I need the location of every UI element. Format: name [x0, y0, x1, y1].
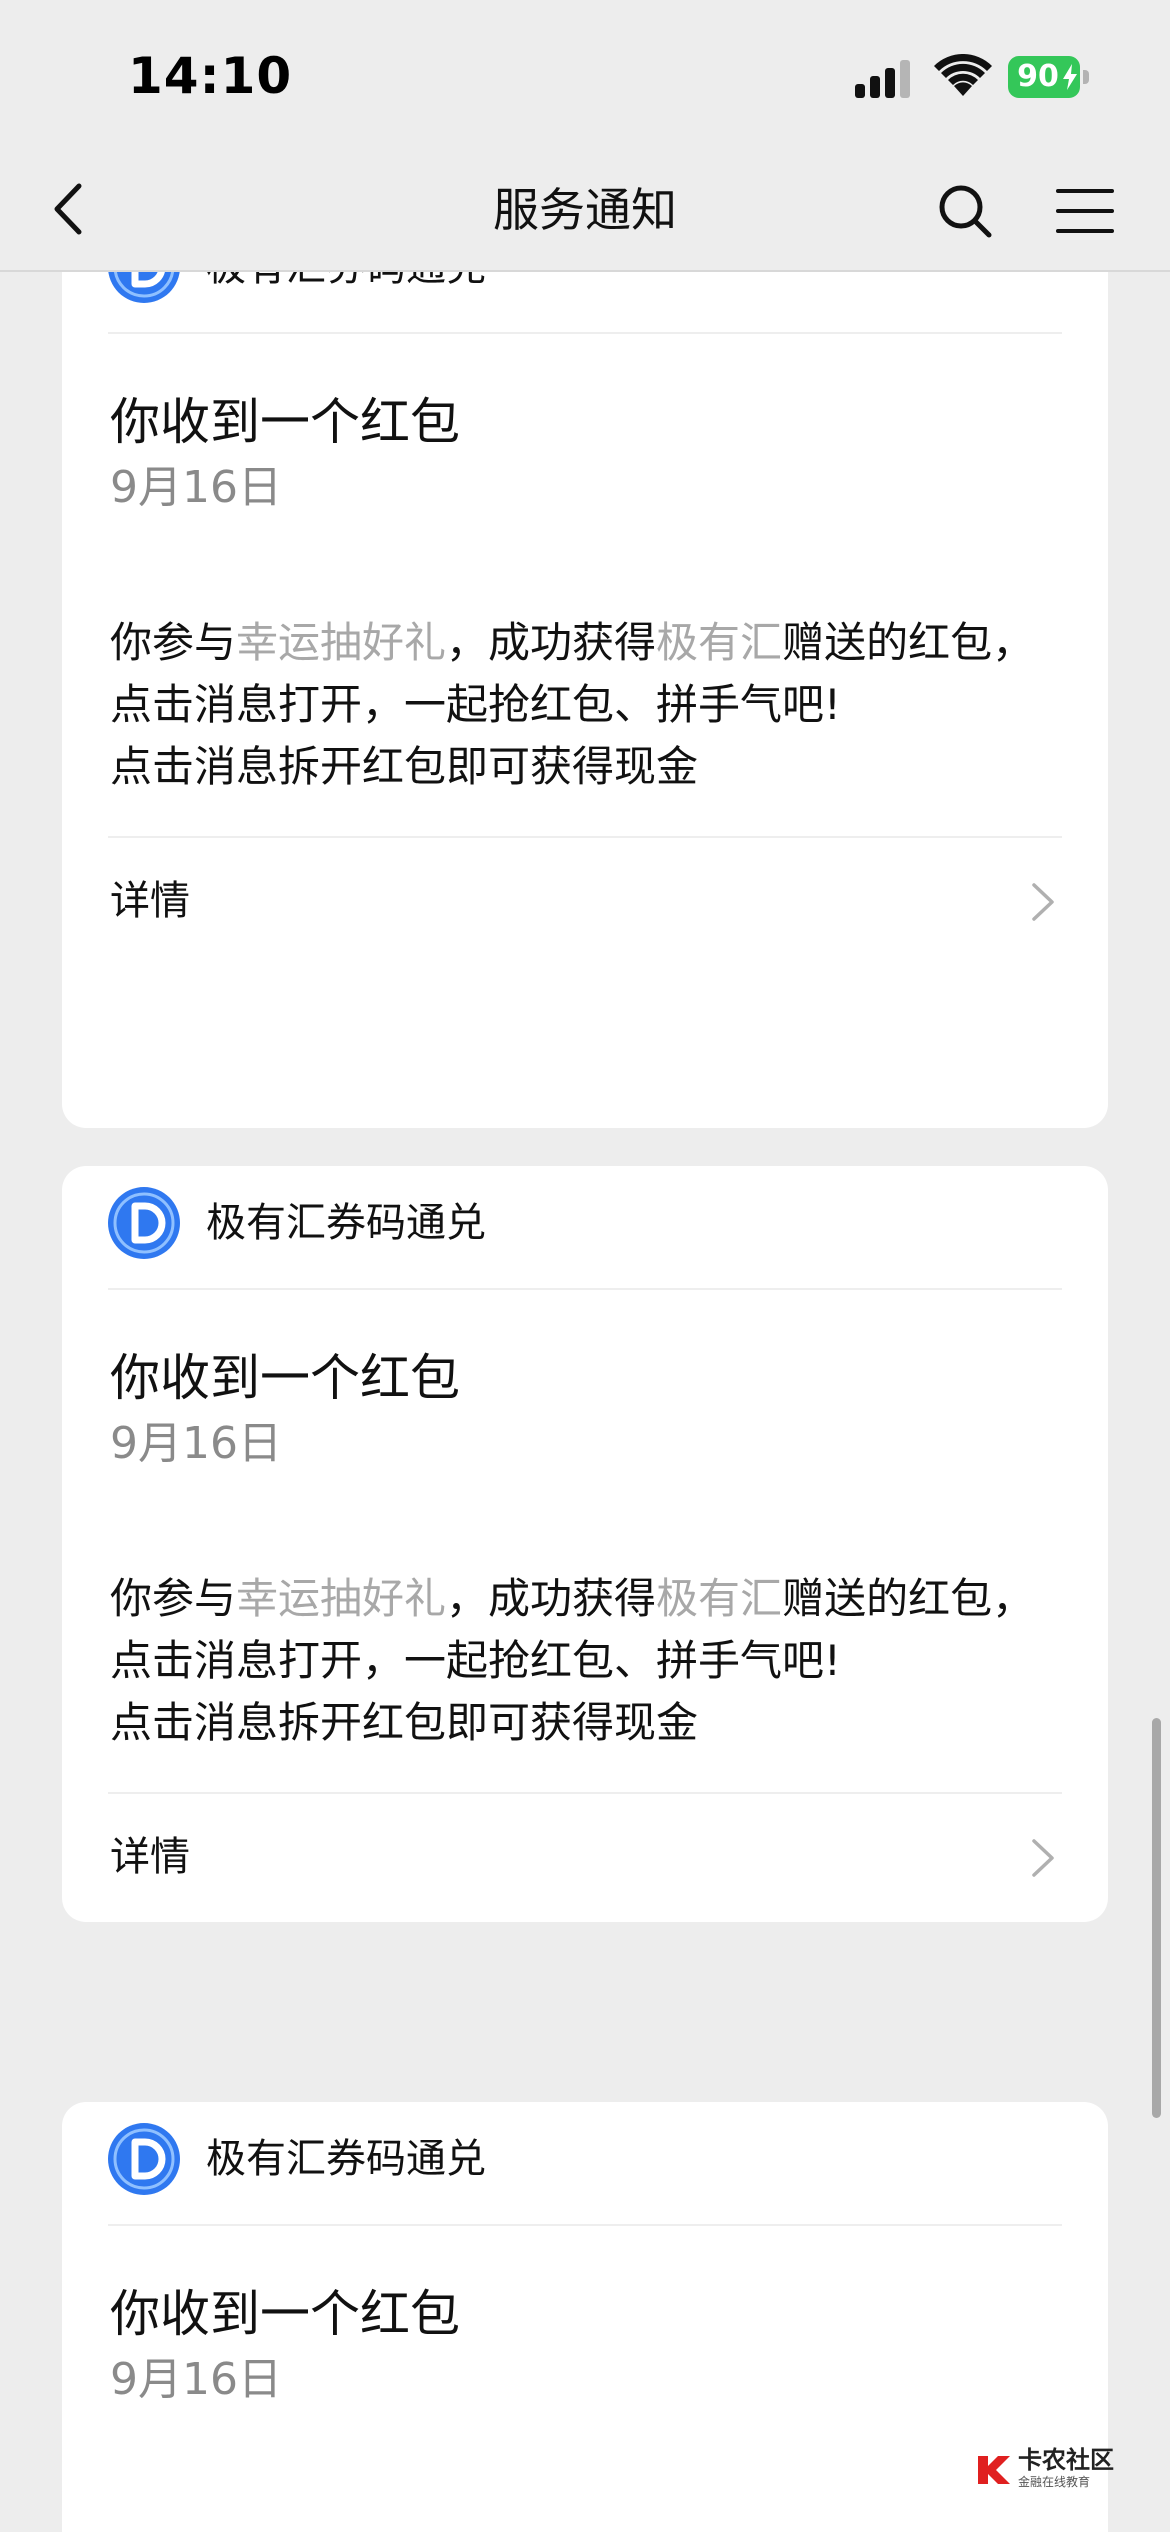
watermark-title: 卡农社区 — [1018, 2446, 1114, 2474]
sender-name: 极有汇券码通兑 — [206, 1200, 486, 1246]
message-date: 9月16日 — [110, 1418, 282, 1469]
details-link[interactable]: 详情 — [110, 1794, 190, 1920]
chevron-right-icon — [1032, 883, 1054, 921]
sender-name: 极有汇券码通兑 — [206, 2136, 486, 2182]
chevron-right-icon — [1032, 1839, 1054, 1877]
message-date: 9月16日 — [110, 2354, 282, 2405]
highlight-brand: 极有汇 — [656, 1574, 783, 1623]
details-row[interactable]: 详情 — [108, 836, 1062, 964]
scrollbar[interactable] — [1152, 1718, 1161, 2118]
message-body: 你参与幸运抽好礼，成功获得极有汇赠送的红包，点击消息打开，一起抢红包、拼手气吧!… — [110, 618, 1035, 791]
details-link[interactable]: 详情 — [110, 838, 190, 964]
watermark-subtitle: 金融在线教育 — [1018, 2475, 1091, 2489]
battery-charging-icon: 90 — [1008, 56, 1090, 98]
card-header[interactable]: 极有汇券码通兑 — [108, 272, 1062, 334]
sender-name: 极有汇券码通兑 — [206, 272, 486, 332]
details-row[interactable]: 详情 — [108, 1792, 1062, 1920]
message-body: 你参与幸运抽好礼，成功获得极有汇赠送的红包，点击消息打开，一起抢红包、拼手气吧!… — [110, 1574, 1035, 1747]
search-button[interactable] — [930, 176, 1000, 246]
message-title: 你收到一个红包 — [110, 1349, 460, 1407]
watermark: 卡农社区 金融在线教育 — [970, 2440, 1170, 2500]
card-header[interactable]: 极有汇券码通兑 — [108, 2102, 1062, 2226]
menu-button[interactable] — [1050, 176, 1120, 246]
search-icon — [939, 185, 992, 238]
status-bar: 14:10 90 — [0, 0, 1170, 150]
sender-logo-icon — [108, 1187, 180, 1259]
back-button[interactable] — [36, 174, 100, 244]
status-time: 14:10 — [128, 47, 293, 105]
signal-icon — [855, 60, 910, 98]
highlight-brand: 极有汇 — [656, 618, 783, 667]
notification-feed[interactable]: 极有汇券码通兑 你收到一个红包 9月16日 你参与幸运抽好礼，成功获得极有汇赠送… — [0, 272, 1170, 2532]
message-card[interactable]: 极有汇券码通兑 你收到一个红包 9月16日 — [62, 2102, 1108, 2532]
highlight-activity: 幸运抽好礼 — [236, 1574, 447, 1623]
menu-icon — [1056, 189, 1114, 233]
message-title: 你收到一个红包 — [110, 2285, 460, 2343]
message-card[interactable]: 极有汇券码通兑 你收到一个红包 9月16日 你参与幸运抽好礼，成功获得极有汇赠送… — [62, 272, 1108, 1128]
highlight-activity: 幸运抽好礼 — [236, 618, 447, 667]
chevron-left-icon — [54, 183, 82, 235]
message-card[interactable]: 极有汇券码通兑 你收到一个红包 9月16日 你参与幸运抽好礼，成功获得极有汇赠送… — [62, 1166, 1108, 1922]
wifi-icon — [934, 54, 992, 96]
card-header[interactable]: 极有汇券码通兑 — [108, 1166, 1062, 1290]
watermark-logo-icon — [978, 2456, 1010, 2484]
message-date: 9月16日 — [110, 462, 282, 513]
bolt-icon — [1063, 64, 1077, 90]
nav-bar: 服务通知 — [0, 150, 1170, 272]
battery-level: 90 — [1017, 59, 1059, 94]
sender-logo-icon — [108, 2123, 180, 2195]
message-title: 你收到一个红包 — [110, 393, 460, 451]
sender-logo-icon — [108, 272, 180, 303]
